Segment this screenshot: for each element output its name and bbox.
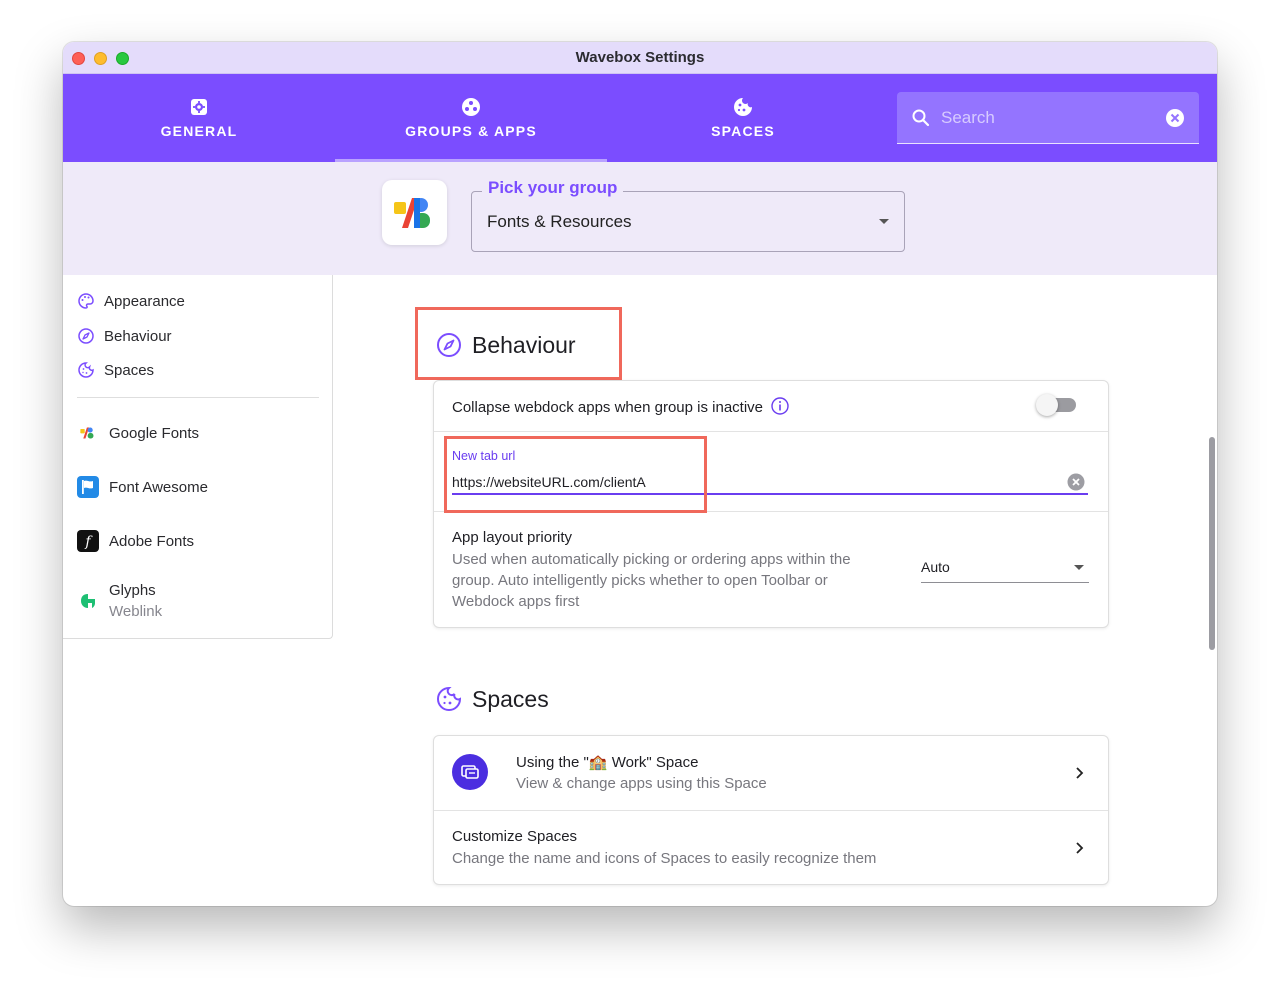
tab-spaces[interactable]: SPACES	[607, 74, 879, 162]
row-divider	[434, 431, 1108, 432]
toggle-knob	[1036, 394, 1058, 416]
group-picker-bar: Pick your group Fonts & Resources	[63, 162, 1217, 275]
title-bar: Wavebox Settings	[63, 42, 1217, 74]
sidebar-item-behaviour-label: Behaviour	[104, 327, 172, 345]
tab-general-label: GENERAL	[160, 123, 238, 139]
chevron-down-icon	[1074, 565, 1084, 570]
tab-groups-apps-label: GROUPS & APPS	[405, 123, 537, 139]
sidebar-app-google-fonts-label: Google Fonts	[109, 424, 200, 442]
group-logo-icon	[382, 180, 447, 245]
sidebar-item-spaces-label: Spaces	[104, 361, 155, 379]
sidebar-app-glyphs-label: Glyphs	[109, 582, 156, 599]
spaces-card: Using the "🏫 Work" Space View & change a…	[433, 735, 1109, 885]
customize-spaces-description: Change the name and icons of Spaces to e…	[452, 850, 877, 867]
compass-icon	[435, 331, 463, 359]
using-work-space-row[interactable]: Using the "🏫 Work" Space View & change a…	[434, 736, 1108, 810]
app-layout-priority-select[interactable]: Auto	[921, 557, 1089, 583]
tab-groups-apps[interactable]: GROUPS & APPS	[335, 74, 607, 162]
customize-spaces-row[interactable]: Customize Spaces Change the name and ico…	[434, 811, 1108, 885]
using-work-space-title: Using the "🏫 Work" Space	[516, 754, 699, 771]
spaces-section-title: Spaces	[472, 685, 549, 712]
space-avatar-icon	[452, 754, 488, 790]
top-navigation: GENERAL GROUPS & APPS SPACES Search	[63, 74, 1217, 162]
palette-icon	[77, 292, 95, 310]
settings-icon	[189, 97, 209, 117]
behaviour-section-title: Behaviour	[472, 331, 576, 358]
spaces-section-header: Spaces	[435, 685, 549, 713]
sidebar-app-font-awesome[interactable]: Font Awesome	[77, 476, 208, 498]
sidebar-app-glyphs[interactable]: Glyphs Weblink	[77, 580, 162, 622]
using-work-space-description: View & change apps using this Space	[516, 775, 767, 792]
search-icon	[912, 109, 930, 126]
clear-url-icon[interactable]	[1067, 473, 1085, 491]
app-layout-priority-value: Auto	[921, 559, 950, 575]
zoom-window-button[interactable]	[116, 52, 129, 65]
group-select-value: Fonts & Resources	[487, 212, 632, 231]
collapse-webdock-row: Collapse webdock apps when group is inac…	[452, 397, 789, 416]
app-layout-priority-description: Used when automatically picking or order…	[452, 551, 851, 610]
group-select[interactable]: Pick your group Fonts & Resources	[471, 178, 905, 252]
chevron-right-icon	[1076, 767, 1084, 779]
sidebar-app-font-awesome-label: Font Awesome	[109, 478, 208, 496]
sidebar: Appearance Behaviour Spaces Google Fonts…	[63, 275, 333, 639]
search-input[interactable]	[941, 107, 1165, 128]
tab-general[interactable]: GENERAL	[63, 74, 335, 162]
font-awesome-icon	[77, 476, 99, 498]
glyphs-icon	[77, 590, 99, 612]
content-scrollbar[interactable]	[1209, 437, 1215, 650]
app-layout-priority-title: App layout priority	[452, 529, 573, 546]
cookie-icon	[435, 685, 463, 713]
clear-search-icon[interactable]	[1165, 108, 1185, 128]
sidebar-app-adobe-fonts[interactable]: f Adobe Fonts	[77, 530, 194, 552]
minimize-window-button[interactable]	[94, 52, 107, 65]
spaces-icon	[733, 97, 753, 117]
traffic-lights	[72, 52, 129, 65]
sidebar-item-spaces[interactable]: Spaces	[77, 359, 154, 381]
info-icon[interactable]	[771, 397, 789, 415]
sidebar-app-adobe-fonts-label: Adobe Fonts	[109, 532, 195, 550]
behaviour-section-header: Behaviour	[435, 331, 576, 359]
sidebar-app-google-fonts[interactable]: Google Fonts	[77, 422, 199, 444]
adobe-fonts-icon: f	[77, 530, 99, 552]
settings-window: Wavebox Settings GENERAL GROUPS & APPS S…	[63, 42, 1217, 906]
google-fonts-icon	[77, 422, 99, 444]
sidebar-app-glyphs-sublabel: Weblink	[109, 603, 163, 620]
group-select-label: Pick your group	[482, 178, 624, 198]
chevron-down-icon	[879, 219, 889, 224]
collapse-webdock-label: Collapse webdock apps when group is inac…	[452, 399, 764, 416]
window-title: Wavebox Settings	[575, 49, 705, 66]
compass-icon	[77, 327, 95, 345]
sidebar-divider	[77, 397, 319, 398]
close-window-button[interactable]	[72, 52, 85, 65]
cookie-icon	[77, 361, 95, 379]
tab-spaces-label: SPACES	[711, 123, 775, 139]
collapse-webdock-toggle[interactable]	[1036, 394, 1076, 416]
sidebar-item-appearance-label: Appearance	[104, 292, 185, 310]
groups-icon	[461, 97, 481, 117]
sidebar-item-behaviour[interactable]: Behaviour	[77, 325, 172, 347]
customize-spaces-title: Customize Spaces	[452, 828, 578, 845]
search-box[interactable]	[897, 92, 1199, 144]
sidebar-item-appearance[interactable]: Appearance	[77, 290, 185, 312]
new-tab-url-highlight-box	[444, 436, 707, 513]
chevron-right-icon	[1076, 842, 1084, 854]
